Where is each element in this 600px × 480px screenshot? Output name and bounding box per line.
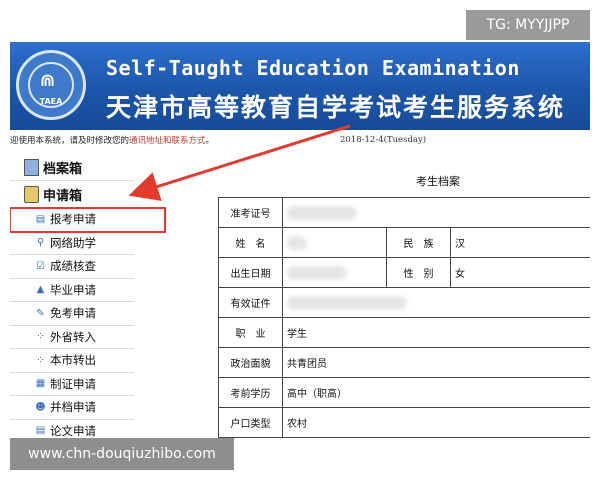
student-profile-table: 准考证号 姓 名 民 族 汉 出生日期 性 别 女 有效证件 职 业 学生 政治… [218, 197, 590, 438]
value-household-type: 农村 [282, 407, 590, 438]
table-row: 姓 名 民 族 汉 [218, 227, 590, 258]
profile-title: 考生档案 [416, 175, 460, 188]
label-admission-number: 准考证号 [218, 197, 283, 228]
table-row: 出生日期 性 别 女 [218, 257, 590, 288]
label-birth-date: 出生日期 [218, 257, 283, 288]
value-ethnicity: 汉 [450, 227, 590, 258]
table-row: 政治面貌 共青团员 [218, 347, 590, 378]
value-gender: 女 [450, 257, 590, 288]
value-name [282, 227, 387, 258]
value-prior-education: 高中（职高） [282, 377, 590, 408]
label-id-document: 有效证件 [218, 287, 283, 318]
label-gender: 性 别 [386, 257, 451, 288]
label-occupation: 职 业 [218, 317, 283, 348]
label-household-type: 户口类型 [218, 407, 283, 438]
watermark-bottom: www.chn-douqiuzhibo.com [10, 438, 234, 470]
table-row: 有效证件 [218, 287, 590, 318]
label-political-status: 政治面貌 [218, 347, 283, 378]
label-prior-education: 考前学历 [218, 377, 283, 408]
label-name: 姓 名 [218, 227, 283, 258]
table-row: 职 业 学生 [218, 317, 590, 348]
app-frame: ⋒ TAEA Self-Taught Education Examination… [10, 42, 590, 438]
value-id-document [282, 287, 590, 318]
value-admission-number [282, 197, 590, 228]
table-row: 准考证号 [218, 197, 590, 228]
table-row: 户口类型 农村 [218, 407, 590, 438]
value-occupation: 学生 [282, 317, 590, 348]
watermark-top: TG: MYYJJPP [466, 10, 590, 40]
value-birth-date [282, 257, 387, 288]
label-ethnicity: 民 族 [386, 227, 451, 258]
table-row: 考前学历 高中（职高） [218, 377, 590, 408]
value-political-status: 共青团员 [282, 347, 590, 378]
